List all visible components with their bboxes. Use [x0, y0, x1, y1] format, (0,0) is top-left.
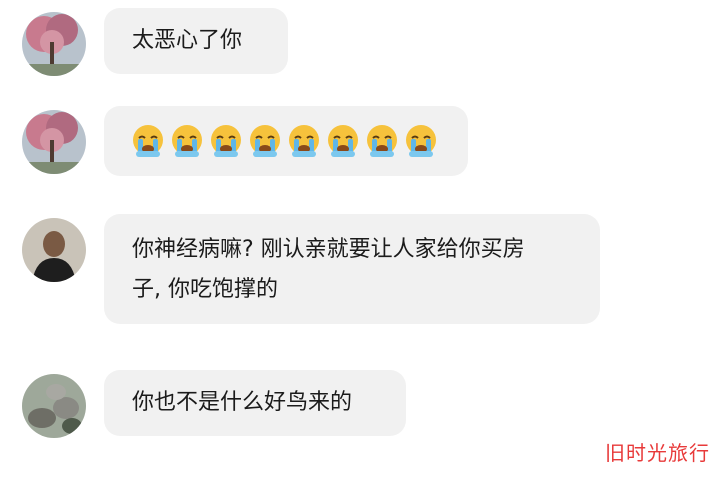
crying-face-icon	[250, 125, 280, 157]
stones-avatar[interactable]	[22, 374, 86, 438]
message-bubble: 你也不是什么好鸟来的	[104, 370, 406, 436]
tree-blossom-avatar[interactable]	[22, 12, 86, 76]
crying-face-icon	[289, 125, 319, 157]
crying-face-icon	[172, 125, 202, 157]
crying-face-icon	[328, 125, 358, 157]
emoji-row	[130, 123, 442, 159]
crying-face-icon	[406, 125, 436, 157]
crying-face-icon	[367, 125, 397, 157]
message-bubble: 你神经病嘛? 刚认亲就要让人家给你买房 子, 你吃饱撑的	[104, 214, 600, 324]
message-text: 你也不是什么好鸟来的	[132, 390, 353, 415]
message-text: 太恶心了你	[132, 28, 243, 53]
message-bubble	[104, 106, 468, 176]
crying-face-icon	[211, 125, 241, 157]
crying-face-icon	[133, 125, 163, 157]
tree-blossom-avatar[interactable]	[22, 110, 86, 174]
watermark: 旧时光旅行	[605, 441, 710, 465]
message-text: 你神经病嘛? 刚认亲就要让人家给你买房 子, 你吃饱撑的	[132, 237, 525, 302]
man-dark-avatar[interactable]	[22, 218, 86, 282]
message-bubble: 太恶心了你	[104, 8, 288, 74]
